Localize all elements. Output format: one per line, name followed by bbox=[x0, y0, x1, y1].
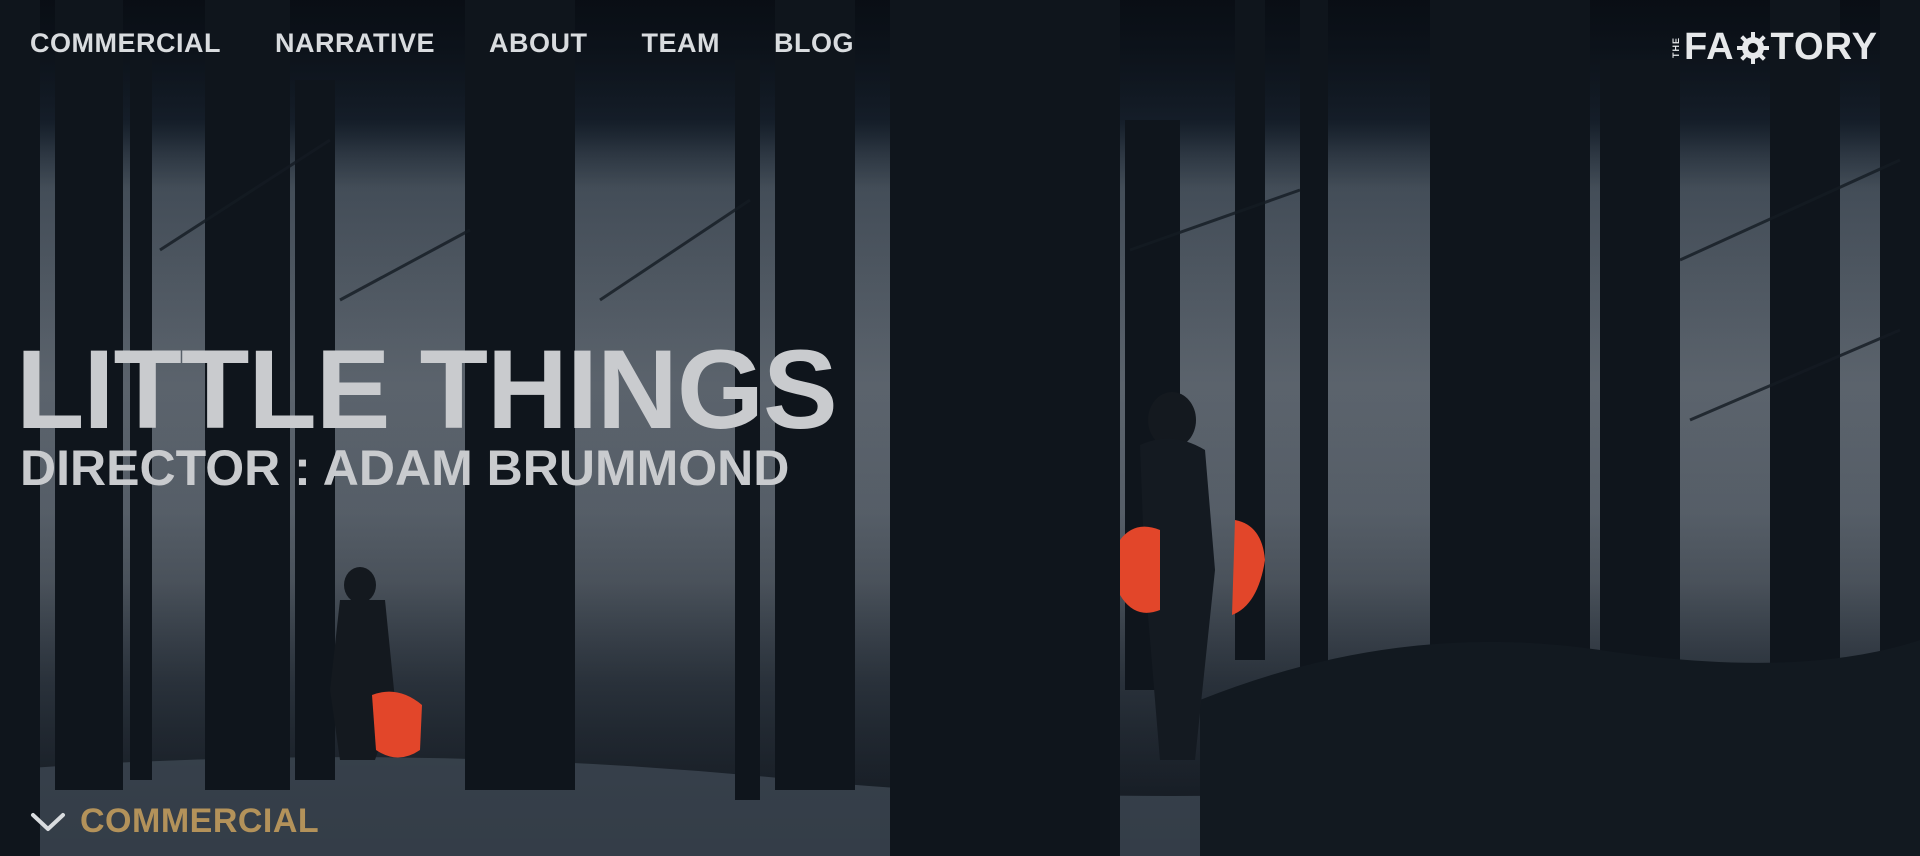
category-toggle[interactable]: COMMERCIAL bbox=[30, 802, 319, 841]
logo-wordmark-part: FA bbox=[1683, 26, 1735, 68]
logo-wordmark: FA TORY bbox=[1684, 26, 1878, 69]
chevron-down-icon bbox=[31, 812, 65, 831]
nav-item-commercial[interactable]: COMMERCIAL bbox=[30, 28, 221, 59]
nav-item-blog[interactable]: BLOG bbox=[774, 28, 854, 59]
nav-item-team[interactable]: TEAM bbox=[642, 28, 721, 59]
logo-wordmark-part: TORY bbox=[1770, 26, 1878, 68]
nav-item-about[interactable]: ABOUT bbox=[489, 28, 588, 59]
hero-video-frame: COMMERCIAL NARRATIVE ABOUT TEAM BLOG THE… bbox=[0, 0, 1920, 856]
the-factory-logo[interactable]: THE FA TORY bbox=[1671, 26, 1878, 69]
gear-icon bbox=[1736, 31, 1769, 64]
nav-item-narrative[interactable]: NARRATIVE bbox=[275, 28, 435, 59]
project-title: LITTLE THINGS bbox=[16, 327, 838, 452]
category-label: COMMERCIAL bbox=[80, 802, 320, 840]
main-nav: COMMERCIAL NARRATIVE ABOUT TEAM BLOG bbox=[30, 28, 854, 59]
director-credit: DIRECTOR : ADAM BRUMMOND bbox=[20, 440, 790, 496]
project-title-block: LITTLE THINGS DIRECTOR : ADAM BRUMMOND bbox=[16, 327, 838, 496]
logo-the-text: THE bbox=[1670, 37, 1681, 58]
